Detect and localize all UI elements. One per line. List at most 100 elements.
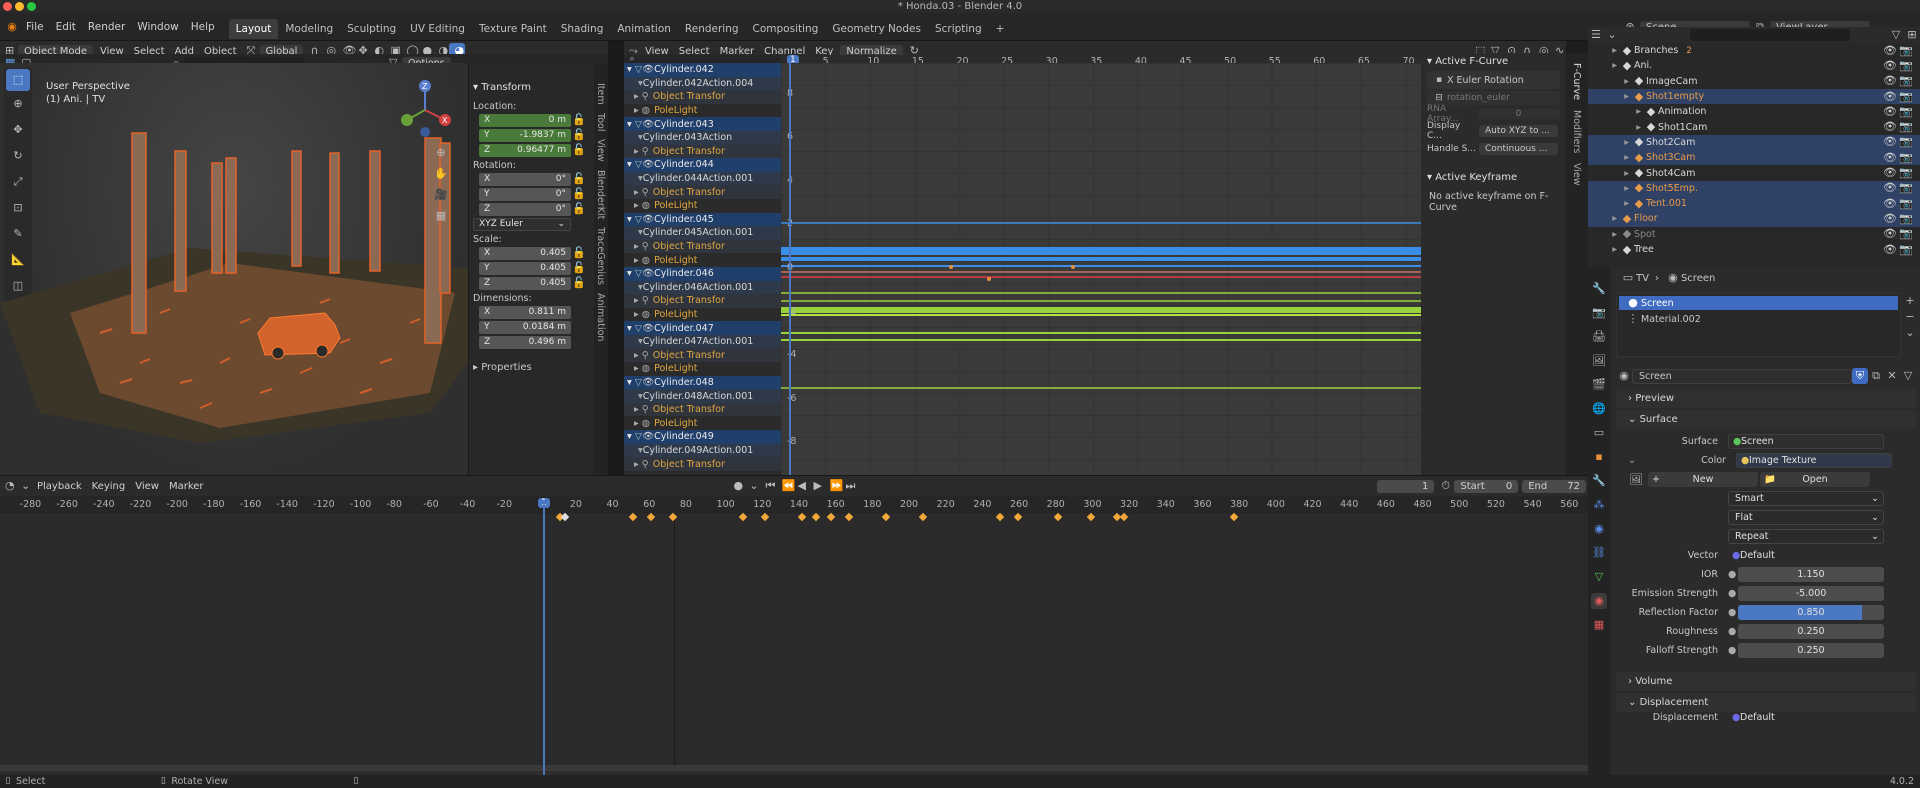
channel-pl[interactable]: ▸ ◍ PoleLight (624, 253, 781, 267)
rotation-x-field[interactable]: X 0° (479, 172, 571, 186)
graph-playhead[interactable] (789, 63, 791, 475)
channel-grp[interactable]: ▸ ⚲ Object Transfor (624, 185, 781, 199)
location-y-field[interactable]: Y -1.9837 m (479, 128, 571, 142)
camera-icon[interactable]: 🎥 (433, 187, 449, 203)
object-props-icon[interactable]: ▪ (1591, 449, 1607, 465)
transform-panel-header[interactable]: ▾ Transform (469, 79, 594, 95)
scale-y-field[interactable]: Y 0.405 (479, 261, 571, 275)
visibility-eye-icon[interactable]: 👁 (1882, 165, 1898, 181)
duplicate-material-icon[interactable]: ⧉ (1868, 368, 1884, 384)
tab-rendering[interactable]: Rendering (678, 19, 746, 39)
data-props-icon[interactable]: ▽ (1591, 569, 1607, 585)
slot-specials-icon[interactable]: ⌄ (1902, 325, 1918, 341)
render-camera-icon[interactable]: 📷 (1898, 43, 1914, 59)
lock-icon[interactable]: 🔓 (571, 171, 587, 187)
world-props-icon[interactable]: 🌐 (1591, 401, 1607, 417)
menu-render[interactable]: Render (82, 13, 131, 41)
menu-file[interactable]: File (20, 13, 50, 41)
open-image-button[interactable]: 📁 Open (1760, 472, 1870, 487)
render-camera-icon[interactable]: 📷 (1898, 58, 1914, 74)
channel-act[interactable]: ▾ Cylinder.042Action.004 (624, 76, 781, 91)
projection-dropdown[interactable]: Flat ⌄ (1728, 510, 1884, 525)
channel-obj[interactable]: ▾ ▽ 👁 Cylinder.045 (624, 212, 781, 227)
display-color-dropdown[interactable]: Auto XYZ to ... (1479, 125, 1558, 137)
material-slot-screen[interactable]: ● Screen (1619, 296, 1898, 310)
outliner-item[interactable]: ▸ ◆ Tree 👁 📷 (1588, 242, 1920, 257)
lock-icon[interactable]: 🔓 (571, 260, 587, 276)
channel-grp[interactable]: ▸ ⚲ Object Transfor (624, 457, 781, 471)
rotation-mode-dropdown[interactable]: XYZ Euler ⌄ (473, 217, 571, 231)
ior-field[interactable]: 1.150 (1738, 567, 1884, 582)
material-filter-icon[interactable]: ▽ (1900, 368, 1916, 384)
fcurve-keyframe-point[interactable] (1071, 265, 1075, 269)
visibility-eye-icon[interactable]: 👁 (1882, 134, 1898, 150)
channel-act[interactable]: ▾ Cylinder.044Action.001 (624, 171, 781, 186)
3d-viewport[interactable]: ⬚ ⊕ ✥ ↻ ⤢ ⊡ ✎ 📐 ◫ User Perspective (1) A… (0, 63, 468, 475)
tab-blenderkit[interactable]: BlenderKit (595, 170, 606, 219)
render-camera-icon[interactable]: 📷 (1898, 165, 1914, 181)
graph-area[interactable]: 86420-2-4-6-8 (781, 63, 1421, 475)
channel-grp[interactable]: ▸ ⚲ Object Transfor (624, 294, 781, 308)
navigation-gizmo[interactable]: Z X (395, 80, 455, 140)
scale-x-field[interactable]: X 0.405 (479, 246, 571, 260)
lock-icon[interactable]: 🔓 (571, 142, 587, 158)
timeline-menu-marker[interactable]: Marker (164, 481, 209, 492)
properties-panel-header[interactable]: ▸ Properties (469, 359, 594, 375)
add-slot-icon[interactable]: + (1902, 293, 1918, 309)
new-collection-icon[interactable]: ⊞ (1904, 27, 1920, 43)
tab-shading[interactable]: Shading (554, 19, 611, 39)
visibility-eye-icon[interactable]: 👁 (1882, 58, 1898, 74)
timeline-editor-dropdown-icon[interactable]: ⌄ (16, 478, 32, 494)
record-icon[interactable]: ● (729, 478, 745, 494)
fcurve-datapath-field[interactable]: ⊟ rotation_euler (1427, 91, 1560, 105)
channel-act[interactable]: ▾ Cylinder.048Action.001 (624, 389, 781, 403)
channel-act[interactable]: ▾ Cylinder.046Action.001 (624, 280, 781, 295)
visibility-eye-icon[interactable]: 👁 (1882, 89, 1898, 105)
pan-hand-icon[interactable]: ✋ (433, 166, 449, 182)
channel-grp[interactable]: ▸ ⚲ Object Transfor (624, 402, 781, 417)
tab-modeling[interactable]: Modeling (278, 19, 340, 39)
start-frame-field[interactable]: Start 0 (1454, 479, 1519, 493)
channel-act[interactable]: ▾ Cylinder.045Action.001 (624, 226, 781, 240)
fcurve-keyframe-point[interactable] (987, 277, 991, 281)
outliner-item[interactable]: ▸ ◆ Tent.001 👁 📷 (1588, 195, 1920, 212)
channel-obj[interactable]: ▾ ▽ 👁 Cylinder.044 (624, 158, 781, 172)
tab-geometry-nodes[interactable]: Geometry Nodes (825, 19, 928, 39)
outliner-search-input[interactable] (1690, 29, 1850, 41)
extension-dropdown[interactable]: Repeat ⌄ (1728, 529, 1884, 544)
render-camera-icon[interactable]: 📷 (1898, 89, 1914, 105)
tab-compositing[interactable]: Compositing (746, 19, 826, 39)
channel-grp[interactable]: ▸ ⚲ Object Transfor (624, 239, 781, 254)
lock-icon[interactable]: 🔓 (571, 275, 587, 291)
fcurve-channel-field[interactable]: ▪ X Euler Rotation (1427, 71, 1560, 89)
dimensions-y-field[interactable]: Y 0.0184 m (479, 320, 571, 334)
minimize-window-icon[interactable] (15, 2, 24, 11)
channel-act[interactable]: ▾ Cylinder.049Action.001 (624, 443, 781, 458)
visibility-eye-icon[interactable]: 👁 (1882, 73, 1898, 89)
dimensions-x-field[interactable]: X 0.811 m (479, 305, 571, 319)
displacement-field[interactable]: ● Default (1728, 712, 1884, 722)
unlink-material-icon[interactable]: ✕ (1884, 368, 1900, 384)
outliner-item[interactable]: ▸ ◆ Floor 👁 📷 (1588, 211, 1920, 227)
render-camera-icon[interactable]: 📷 (1898, 104, 1914, 120)
tab-layout[interactable]: Layout (228, 18, 279, 39)
outliner-item[interactable]: ▸ ◆ Shot5Emp. 👁 📷 (1588, 180, 1920, 196)
breadcrumb-object[interactable]: TV (1636, 273, 1649, 284)
render-camera-icon[interactable]: 📷 (1898, 242, 1914, 258)
output-props-icon[interactable]: 🖨 (1591, 329, 1607, 345)
breadcrumb-material[interactable]: Screen (1681, 273, 1715, 284)
timeline-menu-view[interactable]: View (130, 481, 164, 492)
close-window-icon[interactable] (3, 2, 12, 11)
fake-user-icon[interactable]: ⛨ (1852, 368, 1868, 384)
area-divider[interactable] (608, 41, 624, 475)
jump-end-icon[interactable]: ⏭ (841, 478, 857, 494)
timeline-menu-playback[interactable]: Playback (32, 481, 87, 492)
surface-shader-field[interactable]: ● Screen (1728, 434, 1884, 449)
channel-grp[interactable]: ▸ ⚲ Object Transfor (624, 90, 781, 104)
outliner-item[interactable]: ▸ ◆ ImageCam 👁 📷 (1588, 74, 1920, 89)
outliner-display-mode-icon[interactable]: ⌄ (1604, 27, 1620, 43)
visibility-eye-icon[interactable]: 👁 (1882, 242, 1898, 258)
render-camera-icon[interactable]: 📷 (1898, 211, 1914, 227)
rotation-y-field[interactable]: Y 0° (479, 187, 571, 201)
emission-field[interactable]: -5.000 (1738, 586, 1884, 601)
